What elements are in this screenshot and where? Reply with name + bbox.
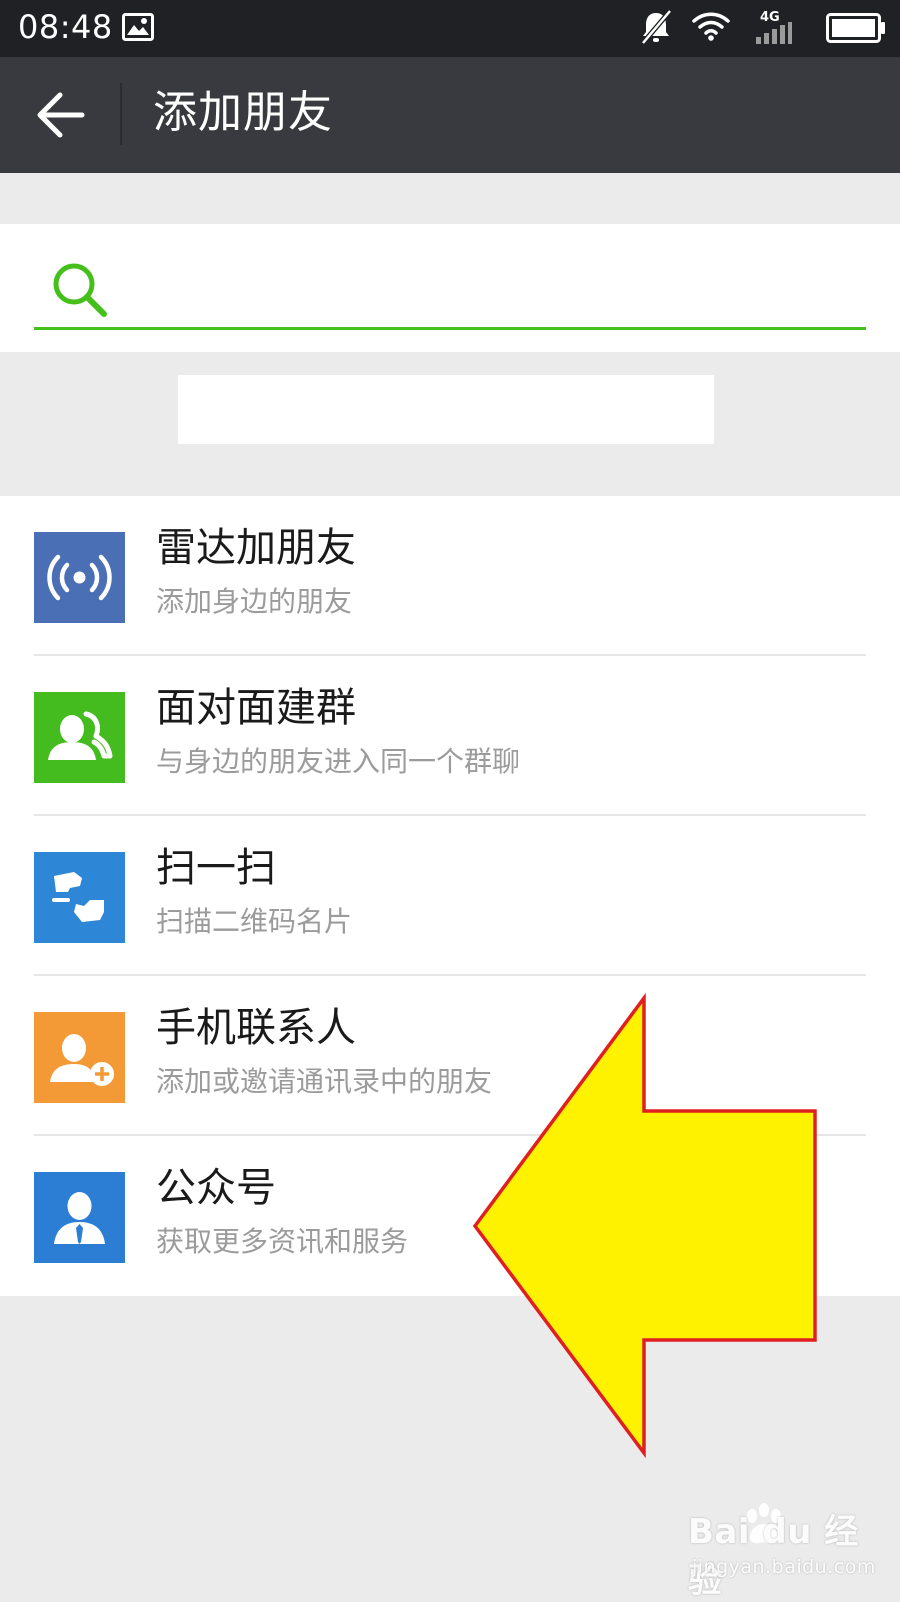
back-button[interactable] <box>24 79 96 151</box>
search-icon <box>53 263 107 317</box>
menu-item-scan[interactable]: 扫一扫 扫描二维码名片 <box>0 816 900 976</box>
menu-item-title: 手机联系人 <box>156 1005 356 1051</box>
title-divider <box>120 83 122 145</box>
menu-item-title: 公众号 <box>156 1165 276 1211</box>
menu-item-subtitle: 与身边的朋友进入同一个群聊 <box>156 745 521 778</box>
menu-item-subtitle: 扫描二维码名片 <box>156 905 353 938</box>
menu-item-radar[interactable]: 雷达加朋友 添加身边的朋友 <box>0 496 900 656</box>
official-account-icon <box>34 1172 125 1263</box>
menu-item-subtitle: 添加身边的朋友 <box>156 585 353 618</box>
account-info-strip <box>178 375 714 444</box>
menu-item-title: 面对面建群 <box>156 685 356 731</box>
add-friend-menu: 雷达加朋友 添加身边的朋友 面对面建群 与身边的朋友进入同一个群聊 扫一扫 扫描… <box>0 496 900 1296</box>
battery-icon <box>826 13 885 43</box>
search-underline <box>34 327 866 330</box>
status-bar: 08:48 4G <box>0 0 900 57</box>
image-notification-icon <box>122 13 154 41</box>
menu-item-title: 扫一扫 <box>156 845 276 891</box>
group-chat-icon <box>34 692 125 783</box>
mute-icon <box>641 9 672 45</box>
signal-icon <box>756 22 792 44</box>
menu-item-official-accounts[interactable]: 公众号 获取更多资讯和服务 <box>0 1136 900 1296</box>
wifi-icon <box>692 12 730 41</box>
status-time: 08:48 <box>18 8 113 46</box>
baidu-watermark: Bai du 经验 jingyan.baidu.com <box>686 1500 886 1601</box>
search-panel <box>0 224 900 352</box>
watermark-text: Bai du 经验 <box>688 1512 859 1601</box>
menu-item-subtitle: 添加或邀请通讯录中的朋友 <box>156 1065 493 1098</box>
scan-icon <box>34 852 125 943</box>
menu-item-phone-contacts[interactable]: 手机联系人 添加或邀请通讯录中的朋友 <box>0 976 900 1136</box>
menu-item-title: 雷达加朋友 <box>156 525 356 571</box>
menu-item-face-to-face-group[interactable]: 面对面建群 与身边的朋友进入同一个群聊 <box>0 656 900 816</box>
page-title: 添加朋友 <box>153 87 333 138</box>
title-bar: 添加朋友 <box>0 57 900 173</box>
menu-item-subtitle: 获取更多资讯和服务 <box>156 1225 409 1258</box>
phone-contact-add-icon <box>34 1012 125 1103</box>
back-arrow-icon <box>37 92 85 138</box>
watermark-url: jingyan.baidu.com <box>692 1556 876 1578</box>
radar-icon <box>34 532 125 623</box>
search-input[interactable] <box>116 264 860 322</box>
